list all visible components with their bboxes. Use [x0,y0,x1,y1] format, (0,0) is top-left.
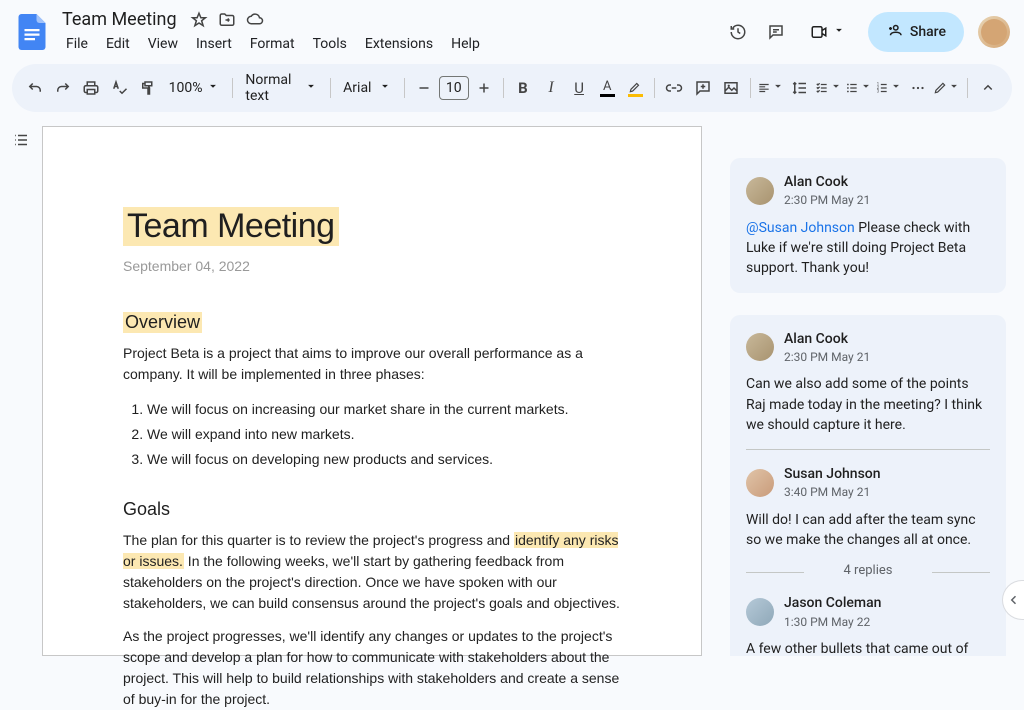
menu-extensions[interactable]: Extensions [357,32,441,56]
share-button[interactable]: Share [868,12,964,52]
editing-mode-button[interactable] [933,74,961,102]
star-icon[interactable] [189,10,209,30]
comment-author: Alan Cook [784,329,870,349]
link-button[interactable] [661,74,687,102]
chevron-down-icon [206,79,220,97]
italic-button[interactable]: I [538,74,564,102]
add-comment-button[interactable] [690,74,716,102]
menu-tools[interactable]: Tools [305,32,355,56]
title-area: Team Meeting File Edit View Insert Forma… [58,8,718,56]
app-header: Team Meeting File Edit View Insert Forma… [0,0,1024,56]
chevron-down-icon [859,79,873,97]
fontsize-input[interactable]: 10 [439,76,469,100]
menu-bar: File Edit View Insert Format Tools Exten… [58,32,718,56]
docs-logo[interactable] [14,14,50,50]
doc-goals-p2: As the project progresses, we'll identif… [123,626,621,710]
history-icon[interactable] [726,20,750,44]
chevron-down-icon [947,79,961,97]
doc-heading-goals: Goals [123,499,621,520]
menu-format[interactable]: Format [242,32,303,56]
doc-goals-p1: The plan for this quarter is to review t… [123,530,621,614]
comment-author: Alan Cook [784,172,870,192]
comment-text: @Susan Johnson Please check with Luke if… [746,218,990,279]
doc-date: September 04, 2022 [123,258,621,274]
list-item: We will focus on increasing our market s… [147,397,621,422]
svg-text:3: 3 [877,89,880,94]
style-select[interactable]: Normal text [239,68,324,108]
avatar [746,598,774,626]
doc-overview-body: Project Beta is a project that aims to i… [123,343,621,385]
menu-insert[interactable]: Insert [188,32,240,56]
numbered-list-button[interactable]: 123 [875,74,903,102]
redo-button[interactable] [50,74,76,102]
comment-text: Will do! I can add after the team sync s… [746,510,990,551]
comment-thread[interactable]: Alan Cook 2:30 PM May 21 Can we also add… [730,315,1006,656]
undo-button[interactable] [22,74,48,102]
highlight-button[interactable] [622,74,648,102]
line-spacing-button[interactable] [787,74,813,102]
text-color-button[interactable]: A [594,74,620,102]
workspace: Team Meeting September 04, 2022 Overview… [0,112,1024,656]
chevron-down-icon [378,79,392,97]
cloud-saved-icon[interactable] [245,10,265,30]
move-icon[interactable] [217,10,237,30]
underline-button[interactable]: U [566,74,592,102]
chevron-down-icon [771,79,785,97]
spellcheck-button[interactable] [106,74,132,102]
list-item: We will focus on developing new products… [147,447,621,472]
document-title[interactable]: Team Meeting [58,8,181,31]
user-avatar[interactable] [978,16,1010,48]
chevron-down-icon [304,79,318,97]
bold-button[interactable]: B [510,74,536,102]
print-button[interactable] [78,74,104,102]
menu-help[interactable]: Help [443,32,488,56]
comment-author: Jason Coleman [784,593,881,613]
menu-edit[interactable]: Edit [98,32,138,56]
fontsize-decrease-button[interactable] [411,74,437,102]
chevron-down-icon [832,23,846,41]
mention[interactable]: @Susan Johnson [746,220,855,236]
chevron-down-icon [889,79,903,97]
outline-toggle-icon[interactable] [7,126,35,154]
doc-heading-overview: Overview [123,312,202,333]
comment-author: Susan Johnson [784,464,881,484]
avatar [746,469,774,497]
doc-phases-list: We will focus on increasing our market s… [147,397,621,473]
more-button[interactable] [905,74,931,102]
list-item: We will expand into new markets. [147,422,621,447]
bullet-list-button[interactable] [845,74,873,102]
people-icon [886,21,904,43]
comments-icon[interactable] [764,20,788,44]
outline-sidebar [0,126,42,656]
share-label: Share [910,24,946,40]
comments-panel: Alan Cook 2:30 PM May 21 @Susan Johnson … [702,126,1024,656]
menu-file[interactable]: File [58,32,96,56]
comment-card[interactable]: Alan Cook 2:30 PM May 21 @Susan Johnson … [730,158,1006,293]
toolbar: 100% Normal text Arial 10 B I U A 123 [12,64,1012,112]
avatar [746,177,774,205]
chevron-down-icon [829,79,843,97]
header-right: Share [726,12,1010,52]
zoom-select[interactable]: 100% [163,75,227,101]
doc-heading-title: Team Meeting [123,207,339,246]
replies-count[interactable]: 4 replies [746,562,990,581]
align-button[interactable] [757,74,785,102]
meet-button[interactable] [802,17,854,47]
comment-text: A few other bullets that came out of the… [746,639,990,656]
menu-view[interactable]: View [140,32,186,56]
font-select[interactable]: Arial [337,75,398,101]
comment-time: 2:30 PM May 21 [784,192,870,209]
comment-text: Can we also add some of the points Raj m… [746,374,990,435]
avatar [746,333,774,361]
fontsize-increase-button[interactable] [471,74,497,102]
comment-time: 2:30 PM May 21 [784,349,870,366]
insert-image-button[interactable] [718,74,744,102]
comment-time: 3:40 PM May 21 [784,484,881,501]
paint-format-button[interactable] [135,74,161,102]
collapse-toolbar-button[interactable] [974,74,1002,102]
document-page[interactable]: Team Meeting September 04, 2022 Overview… [42,126,702,656]
comment-time: 1:30 PM May 22 [784,614,881,631]
checklist-button[interactable] [815,74,843,102]
